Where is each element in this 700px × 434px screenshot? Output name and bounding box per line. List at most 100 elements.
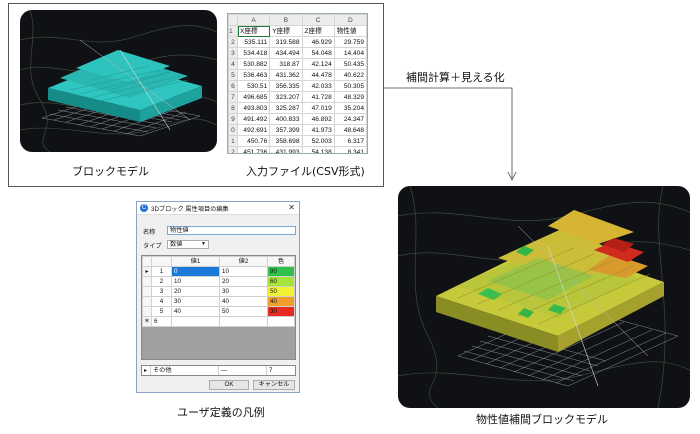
row-number[interactable]: 0: [228, 124, 238, 136]
cell[interactable]: 318.87: [269, 58, 303, 70]
cell[interactable]: 400.833: [269, 113, 303, 125]
legend-cell[interactable]: 10: [171, 276, 220, 287]
app-icon: C: [140, 204, 148, 212]
column-header[interactable]: B: [269, 14, 303, 26]
row-number[interactable]: 2: [228, 36, 238, 48]
cell[interactable]: 41.973: [301, 124, 335, 136]
cell[interactable]: 47.019: [301, 102, 335, 114]
row-number[interactable]: 6: [228, 80, 238, 92]
cell[interactable]: 46.929: [301, 36, 335, 48]
ok-button[interactable]: OK: [209, 380, 249, 390]
cell[interactable]: 493.803: [236, 102, 271, 114]
legend-cell[interactable]: 20: [171, 286, 220, 297]
cancel-button[interactable]: キャンセル: [253, 380, 295, 390]
cell[interactable]: 491.492: [236, 113, 271, 125]
cell[interactable]: 35.204: [333, 102, 367, 114]
legend-row[interactable]: 4 30 40 40: [142, 296, 295, 307]
legend-cell[interactable]: 40: [219, 296, 268, 307]
cell[interactable]: 357.399: [269, 124, 303, 136]
cell[interactable]: 48.329: [333, 91, 367, 103]
legend-cell[interactable]: 0: [171, 266, 220, 277]
cell[interactable]: 492.691: [236, 124, 271, 136]
cell[interactable]: 434.494: [269, 47, 303, 59]
cell[interactable]: 50.305: [333, 80, 367, 92]
cell[interactable]: 431.993: [269, 146, 303, 153]
cell[interactable]: 530.51: [236, 80, 271, 92]
cell[interactable]: 42.124: [301, 58, 335, 70]
legend-cell[interactable]: 30: [171, 296, 220, 307]
column-header[interactable]: A: [236, 14, 271, 26]
cell[interactable]: 325.287: [269, 102, 303, 114]
other-row[interactable]: ▸ その他 — 7: [141, 365, 296, 376]
row-number[interactable]: 8: [228, 102, 238, 114]
dialog-title: 3Dブロック 属性項目の編集: [151, 205, 229, 213]
column-header[interactable]: D: [333, 14, 367, 26]
column-header[interactable]: C: [301, 14, 335, 26]
row-number[interactable]: 1: [228, 135, 238, 147]
cell[interactable]: 14.404: [333, 47, 367, 59]
dialog-titlebar[interactable]: C 3Dブロック 属性項目の編集 ✕: [137, 202, 299, 215]
type-select[interactable]: 数値 ▼: [167, 240, 209, 249]
cell[interactable]: 6.317: [333, 135, 367, 147]
cell[interactable]: 536.463: [236, 69, 271, 81]
legend-cell[interactable]: 40: [171, 306, 220, 317]
legend-cell[interactable]: 30: [219, 286, 268, 297]
cell[interactable]: 29.759: [333, 36, 367, 48]
other-color[interactable]: 7: [267, 366, 295, 375]
row-number[interactable]: 9: [228, 113, 238, 125]
cell[interactable]: 323.207: [269, 91, 303, 103]
close-icon[interactable]: ✕: [288, 203, 295, 212]
row-number[interactable]: 5: [228, 69, 238, 81]
cell[interactable]: X座標: [236, 25, 271, 37]
cell[interactable]: 50.435: [333, 58, 367, 70]
legend-color-swatch[interactable]: 40: [267, 296, 295, 307]
row-number[interactable]: 7: [228, 91, 238, 103]
legend-cell[interactable]: [219, 316, 268, 327]
cell[interactable]: 534.418: [236, 47, 271, 59]
cell[interactable]: 451.736: [236, 146, 271, 153]
cell[interactable]: 48.648: [333, 124, 367, 136]
cell[interactable]: 24.347: [333, 113, 367, 125]
legend-cell[interactable]: 10: [219, 266, 268, 277]
cell[interactable]: 358.698: [269, 135, 303, 147]
cell[interactable]: 54.138: [301, 146, 335, 153]
cell[interactable]: 8.341: [333, 146, 367, 153]
legend-cell[interactable]: 20: [219, 276, 268, 287]
cell[interactable]: Z座標: [301, 25, 335, 37]
name-input[interactable]: 物性値: [167, 226, 296, 235]
cell[interactable]: 44.478: [301, 69, 335, 81]
legend-row[interactable]: 3 20 30 50: [142, 286, 295, 297]
legend-cell[interactable]: 50: [219, 306, 268, 317]
legend-color-swatch[interactable]: 50: [267, 286, 295, 297]
cell[interactable]: 431.362: [269, 69, 303, 81]
cell[interactable]: 46.892: [301, 113, 335, 125]
legend-cell[interactable]: [171, 316, 220, 327]
legend-color-swatch[interactable]: 90: [267, 266, 295, 277]
cell[interactable]: 450.76: [236, 135, 271, 147]
row-number[interactable]: 1: [228, 25, 238, 37]
row-number[interactable]: 3: [228, 47, 238, 59]
cell[interactable]: 319.588: [269, 36, 303, 48]
legend-row[interactable]: 2 10 20 60: [142, 276, 295, 287]
cell[interactable]: 40.622: [333, 69, 367, 81]
cell[interactable]: 496.685: [236, 91, 271, 103]
csv-row: 4 530.882 318.87 42.124 50.435: [228, 58, 367, 70]
legend-cell[interactable]: [267, 316, 295, 327]
row-selector-icon: [142, 306, 152, 317]
cell[interactable]: 41.728: [301, 91, 335, 103]
cell[interactable]: Y座標: [269, 25, 303, 37]
cell[interactable]: 物性値: [333, 25, 367, 37]
cell[interactable]: 54.048: [301, 47, 335, 59]
other-value2[interactable]: —: [219, 366, 267, 375]
row-number[interactable]: 2: [228, 146, 238, 153]
legend-row[interactable]: ▸ 1 0 10 90: [142, 266, 295, 277]
legend-color-swatch[interactable]: 30: [267, 306, 295, 317]
cell[interactable]: 42.033: [301, 80, 335, 92]
cell[interactable]: 52.003: [301, 135, 335, 147]
cell[interactable]: 535.111: [236, 36, 271, 48]
cell[interactable]: 356.335: [269, 80, 303, 92]
row-number[interactable]: 4: [228, 58, 238, 70]
cell[interactable]: 530.882: [236, 58, 271, 70]
legend-row[interactable]: 5 40 50 30: [142, 306, 295, 317]
legend-color-swatch[interactable]: 60: [267, 276, 295, 287]
